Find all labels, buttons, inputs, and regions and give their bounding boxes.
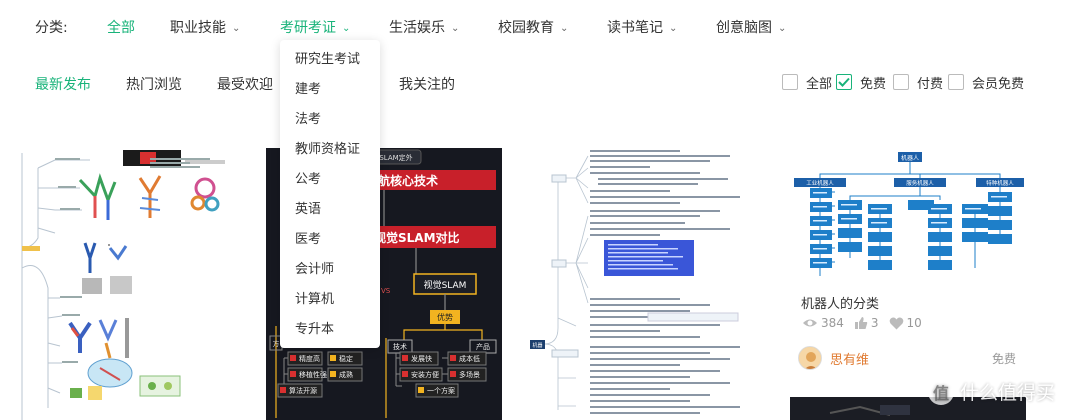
- page: 分类: 全部 职业技能 ⌄ 考研考证 ⌄ 生活娱乐 ⌄ 校园教育 ⌄ 读书笔记 ⌄ 创意脑…: [0, 0, 1065, 420]
- category-all[interactable]: 全部: [107, 17, 135, 37]
- price-label: 免费: [991, 352, 1016, 366]
- chevron-down-icon: ⌄: [451, 23, 460, 34]
- author-name[interactable]: 思有维: [830, 349, 869, 368]
- robot-level1-service: 服务机器人: [906, 179, 934, 187]
- filter-member-checkbox[interactable]: 会员免费: [948, 72, 1024, 92]
- category-life-label: 生活娱乐: [389, 20, 445, 36]
- category-reading[interactable]: 读书笔记 ⌄: [607, 17, 677, 37]
- mindmap-thumbnail: [0, 148, 240, 420]
- filter-paid-checkbox[interactable]: 付费: [893, 72, 943, 92]
- slam-banner-2: 视觉SLAM对比: [374, 230, 460, 245]
- slam-right-branch: 产品: [476, 342, 490, 351]
- slam-sub: 优势: [437, 312, 453, 322]
- views-stat: 384: [802, 316, 844, 330]
- watermark-text: 什么值得买: [959, 382, 1055, 404]
- chevron-down-icon: ⌄: [342, 23, 351, 34]
- exam-category-dropdown: 研究生考试 建考 法考 教师资格证 公考 英语 医考 会计师 计算机 专升本: [280, 40, 380, 348]
- filter-paid-label: 付费: [917, 76, 944, 92]
- filter-all-label: 全部: [806, 76, 833, 92]
- category-life[interactable]: 生活娱乐 ⌄: [389, 17, 459, 37]
- slam-item-precision: 精度高: [299, 354, 320, 363]
- tab-latest[interactable]: 最新发布: [35, 74, 91, 94]
- tab-following[interactable]: 我关注的: [399, 74, 455, 94]
- filter-bar: 最新发布 热门浏览 最受欢迎 我关注的 全部 免费 付费 会员免费: [0, 72, 1065, 94]
- favorites-stat[interactable]: 10: [889, 316, 922, 330]
- heart-icon: [889, 317, 903, 329]
- dropdown-item-teacher[interactable]: 教师资格证: [280, 138, 380, 168]
- checkbox-checked-icon: [836, 74, 852, 90]
- avatar[interactable]: [798, 346, 822, 370]
- dropdown-item-law[interactable]: 法考: [280, 108, 380, 138]
- card-title[interactable]: 机器人的分类: [801, 293, 879, 312]
- robot-root: 机器人: [901, 154, 919, 162]
- author[interactable]: 思有维: [798, 346, 869, 370]
- watermark: 值 什么值得买: [927, 378, 1055, 405]
- robot-level1-industrial: 工业机器人: [806, 179, 834, 187]
- eye-icon: [803, 319, 817, 327]
- slam-node: 视觉SLAM: [424, 279, 467, 291]
- mindmap-card-3[interactable]: 机器: [528, 148, 764, 420]
- tab-popular[interactable]: 最受欢迎: [217, 74, 273, 94]
- robot-level1-special: 特种机器人: [986, 179, 1014, 187]
- category-bar: 分类: 全部 职业技能 ⌄ 考研考证 ⌄ 生活娱乐 ⌄ 校园教育 ⌄ 读书笔记 ⌄ 创意脑…: [0, 14, 1065, 38]
- slam-vs: VS: [381, 287, 391, 295]
- tab-hot[interactable]: 热门浏览: [126, 74, 182, 94]
- slam-tag: SLAM定外: [379, 153, 412, 162]
- dropdown-item-english[interactable]: 英语: [280, 198, 380, 228]
- dropdown-item-upgrade[interactable]: 专升本: [280, 318, 380, 348]
- slam-item-mature: 成熟: [339, 370, 353, 379]
- mindmap-card-1[interactable]: [0, 148, 240, 420]
- category-exam-label: 考研考证: [280, 20, 336, 36]
- favorites-count: 10: [906, 316, 922, 330]
- mindmap-thumbnail: 机器: [528, 148, 764, 420]
- dropdown-item-civil-service[interactable]: 公考: [280, 168, 380, 198]
- filter-free-checkbox[interactable]: 免费: [836, 72, 886, 92]
- likes-stat[interactable]: 3: [854, 316, 879, 330]
- watermark-logo-icon: 值: [927, 378, 954, 405]
- category-career[interactable]: 职业技能 ⌄: [170, 17, 240, 37]
- checkbox-icon: [782, 74, 798, 90]
- slam-item-portable: 移植性强: [299, 370, 327, 379]
- slam-item-open: 算法开源: [289, 386, 317, 395]
- slam-item-stable: 稳定: [339, 354, 353, 363]
- filter-member-label: 会员免费: [972, 76, 1025, 92]
- category-campus[interactable]: 校园教育 ⌄: [498, 17, 568, 37]
- views-count: 384: [821, 316, 844, 330]
- chevron-down-icon: ⌄: [669, 23, 678, 34]
- slam-item-multi: 多场景: [459, 370, 480, 379]
- card3-root: 机器: [532, 342, 542, 349]
- slam-item-fast: 发展快: [411, 354, 432, 363]
- filter-free-label: 免费: [860, 76, 887, 92]
- checkbox-icon: [893, 74, 909, 90]
- dropdown-item-accountant[interactable]: 会计师: [280, 258, 380, 288]
- checkbox-icon: [948, 74, 964, 90]
- likes-count: 3: [870, 316, 879, 330]
- category-exam[interactable]: 考研考证 ⌄: [280, 17, 350, 37]
- chevron-down-icon: ⌄: [232, 23, 241, 34]
- slam-item-install: 安装方便: [411, 370, 439, 379]
- category-label: 分类:: [35, 20, 68, 36]
- chevron-down-icon: ⌄: [778, 23, 787, 34]
- dropdown-item-graduate[interactable]: 研究生考试: [280, 48, 380, 78]
- category-creative[interactable]: 创意脑图 ⌄: [716, 17, 786, 37]
- slam-item-one: 一个方案: [427, 386, 455, 395]
- chevron-down-icon: ⌄: [560, 23, 569, 34]
- category-reading-label: 读书笔记: [607, 20, 663, 36]
- card-stats: 384 3 10: [802, 316, 932, 330]
- category-creative-label: 创意脑图: [716, 20, 772, 36]
- robot-thumbnail: 机器人 工业机器人 服务机器人 特种机器人: [790, 148, 1026, 288]
- dropdown-item-construction[interactable]: 建考: [280, 78, 380, 108]
- category-career-label: 职业技能: [170, 20, 226, 36]
- slam-partial-left: 方: [273, 339, 280, 348]
- category-all-label: 全部: [107, 20, 135, 36]
- dropdown-item-medical[interactable]: 医考: [280, 228, 380, 258]
- mindmap-card-robot[interactable]: 机器人 工业机器人 服务机器人 特种机器人 机器人的分类 384 3 10 思有…: [790, 148, 1026, 378]
- slam-left-branch: 技术: [393, 342, 407, 351]
- dropdown-item-computer[interactable]: 计算机: [280, 288, 380, 318]
- category-campus-label: 校园教育: [498, 20, 554, 36]
- slam-item-lowcost: 成本低: [459, 354, 480, 363]
- filter-all-checkbox[interactable]: 全部: [782, 72, 832, 92]
- thumbs-up-icon: [854, 317, 868, 329]
